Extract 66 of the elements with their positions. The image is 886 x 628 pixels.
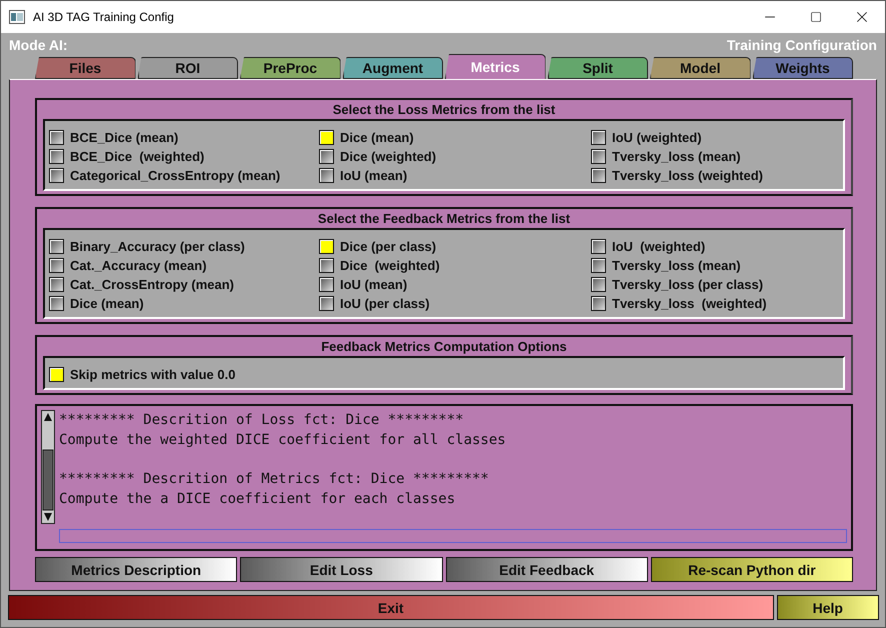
tab[interactable]: Weights [752, 57, 853, 79]
checkbox[interactable] [49, 130, 64, 144]
checkbox[interactable] [319, 148, 334, 164]
tab[interactable]: PreProc [240, 57, 340, 79]
checkbox-label: Dice (per class) [340, 238, 436, 254]
group-title: Select the Feedback Metrics from the list [316, 210, 572, 228]
checkbox[interactable] [591, 276, 606, 292]
checkbox-label: Tversky_loss (weighted) [612, 168, 763, 182]
checkbox-label: Dice (weighted) [340, 258, 440, 272]
exit-button[interactable]: Exit [8, 595, 774, 620]
checkbox-label: Cat._CrossEntropy (mean) [70, 276, 234, 292]
checkbox-label: Cat._Accuracy (mean) [70, 258, 207, 272]
tab[interactable]: Model [650, 57, 750, 79]
app-icon [9, 10, 25, 24]
tab[interactable]: ROI [138, 57, 238, 79]
description-text: ********* Descrition of Loss fct: Dice ********* Compute the weighted DICE coefficient for all classes ********* Descrition of Metrics fct: Dice ********* Compute the a DICE coefficient for each classes [59, 411, 507, 509]
checkbox[interactable] [319, 238, 334, 254]
checkbox-label: IoU (mean) [340, 276, 408, 292]
checkbox[interactable] [591, 296, 606, 310]
checkbox[interactable] [319, 276, 334, 292]
window-title: AI 3D TAG Training Config [33, 10, 175, 24]
checkbox[interactable] [49, 296, 64, 310]
action-button[interactable]: Edit Feedback [446, 557, 648, 582]
checkbox-label: IoU (per class) [340, 296, 430, 310]
checkbox-label: Tversky_loss (mean) [612, 258, 741, 272]
tab[interactable]: Split [548, 57, 648, 79]
help-button[interactable]: Help [776, 595, 879, 620]
tab[interactable]: Files [35, 57, 136, 79]
checkbox-label: Dice (weighted) [340, 148, 436, 164]
mode-label: Mode AI: [9, 37, 68, 53]
checkbox-label: Tversky_loss (weighted) [612, 296, 767, 310]
checkbox-label: BCE_Dice (mean) [70, 130, 178, 144]
checkbox-label: IoU (weighted) [612, 238, 706, 254]
scrollbar[interactable] [41, 410, 55, 524]
config-title: Training Configuration [726, 37, 877, 53]
checkbox[interactable] [49, 238, 64, 254]
checkbox[interactable] [49, 148, 64, 164]
checkbox[interactable] [319, 296, 334, 310]
checkbox[interactable] [591, 148, 606, 164]
checkbox-label: Tversky_loss (per class) [612, 276, 764, 292]
checkbox[interactable] [49, 366, 64, 382]
checkbox[interactable] [319, 258, 334, 272]
tab[interactable]: Augment [342, 57, 443, 79]
action-button[interactable]: Re-scan Python dir [650, 557, 853, 582]
group-title: Feedback Metrics Computation Options [320, 338, 568, 356]
checkbox[interactable] [49, 168, 64, 182]
checkbox-label: BCE_Dice (weighted) [70, 148, 204, 164]
checkbox-label: Categorical_CrossEntropy (mean) [70, 168, 280, 182]
checkbox[interactable] [319, 130, 334, 144]
action-button[interactable]: Metrics Description [35, 557, 238, 582]
checkbox[interactable] [49, 258, 64, 272]
checkbox-label: Binary_Accuracy (per class) [70, 238, 245, 254]
checkbox[interactable] [49, 276, 64, 292]
checkbox-label: Skip metrics with value 0.0 [70, 366, 236, 382]
checkbox[interactable] [591, 168, 606, 182]
checkbox-label: Dice (mean) [70, 296, 144, 310]
checkbox-label: IoU (mean) [340, 168, 408, 182]
checkbox-label: IoU (weighted) [612, 130, 702, 144]
checkbox-label: Dice (mean) [340, 130, 414, 144]
checkbox-label: Tversky_loss (mean) [612, 148, 741, 164]
checkbox[interactable] [591, 130, 606, 144]
checkbox[interactable] [319, 168, 334, 182]
checkbox[interactable] [591, 238, 606, 254]
group-title: Select the Loss Metrics from the list [332, 101, 556, 119]
checkbox[interactable] [591, 258, 606, 272]
action-button[interactable]: Edit Loss [240, 557, 442, 582]
